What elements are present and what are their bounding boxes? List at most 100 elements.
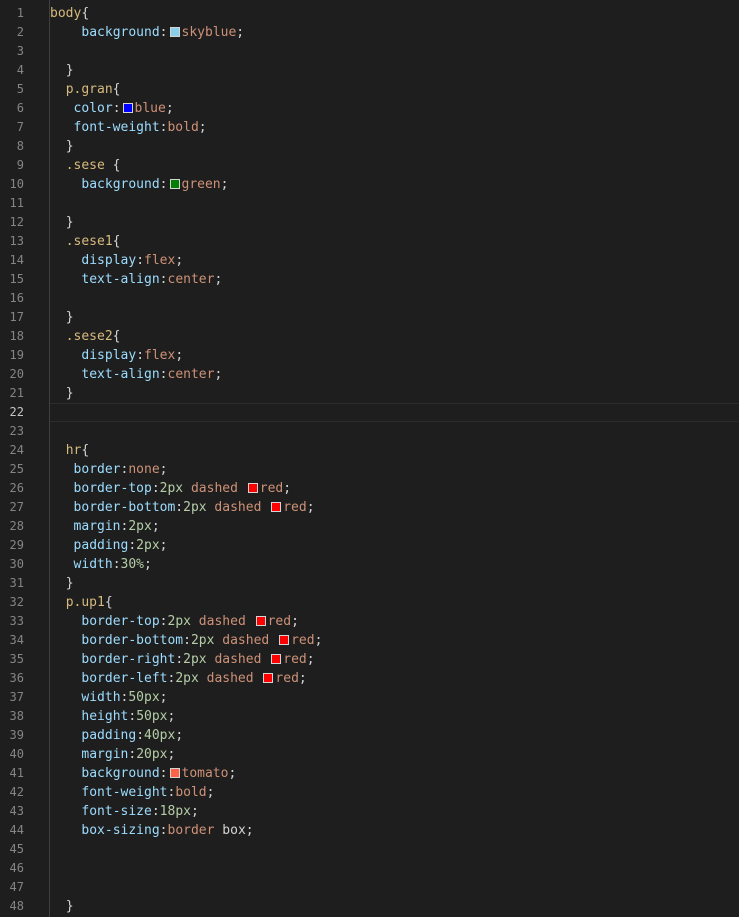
line-number: 17: [9, 310, 24, 324]
code-line[interactable]: .sese1{: [50, 232, 739, 251]
code-token-punc: :: [128, 709, 137, 724]
code-token-prop: padding: [73, 538, 129, 553]
line-number: 46: [9, 861, 24, 875]
code-line[interactable]: border-right:2px dashed red;: [50, 650, 739, 669]
code-token-punc: ;: [190, 804, 199, 819]
code-line[interactable]: .sese2{: [50, 327, 739, 346]
line-number: 10: [9, 177, 24, 191]
code-line[interactable]: [50, 42, 739, 61]
code-editor[interactable]: 1 2 3 4 5 6 7 8 9 10 11 12 13 14 15 16 17 18 19 20 21 22 23 24 2…: [0, 0, 739, 917]
color-swatch-icon[interactable]: [263, 672, 274, 683]
code-line[interactable]: width:50px;: [50, 688, 739, 707]
code-token-punc: :: [136, 348, 145, 363]
color-swatch-icon[interactable]: [247, 482, 258, 493]
code-line[interactable]: }: [50, 137, 739, 156]
code-line[interactable]: p.up1{: [50, 593, 739, 612]
code-line[interactable]: background: tomato;: [50, 764, 739, 783]
code-token-num: 50px: [136, 709, 168, 724]
code-line[interactable]: width:30%;: [50, 555, 739, 574]
current-code-line[interactable]: [50, 403, 739, 422]
code-line[interactable]: border-top:2px dashed red;: [50, 479, 739, 498]
code-token-punc: :: [136, 253, 145, 268]
code-token-val: dashed: [198, 671, 262, 686]
line-number: 42: [9, 785, 24, 799]
line-number: 41: [9, 766, 24, 780]
code-line[interactable]: border-bottom:2px dashed red;: [50, 631, 739, 650]
code-line[interactable]: }: [50, 308, 739, 327]
code-token-punc: ;: [151, 519, 160, 534]
code-line[interactable]: font-size:18px;: [50, 802, 739, 821]
code-line[interactable]: display:flex;: [50, 251, 739, 270]
code-token-prop: display: [81, 348, 137, 363]
code-token-punc: ;: [228, 766, 237, 781]
color-swatch-icon[interactable]: [255, 615, 266, 626]
code-token-punc: {: [104, 158, 121, 173]
code-token-prop: border-top: [73, 481, 152, 496]
code-line[interactable]: text-align:center;: [50, 365, 739, 384]
line-number: 23: [9, 424, 24, 438]
code-line[interactable]: border:none;: [50, 460, 739, 479]
code-area[interactable]: body{background: skyblue;} p.gran{color: bl…: [50, 0, 739, 917]
line-number: 16: [9, 291, 24, 305]
code-token-prop: box-sizing: [81, 823, 160, 838]
code-token-punc: ;: [159, 690, 168, 705]
code-token-val: border: [167, 823, 215, 838]
code-line[interactable]: font-weight:bold;: [50, 783, 739, 802]
code-token-prop: text-align: [81, 367, 160, 382]
code-token-punc: {: [104, 595, 113, 610]
code-line[interactable]: border-top:2px dashed red;: [50, 612, 739, 631]
color-swatch-icon[interactable]: [169, 767, 180, 778]
color-swatch-icon[interactable]: [169, 178, 180, 189]
code-token-prop: border-right: [81, 652, 176, 667]
code-line[interactable]: }: [50, 61, 739, 80]
code-line[interactable]: [50, 840, 739, 859]
code-line[interactable]: display:flex;: [50, 346, 739, 365]
code-token-prop: background: [81, 25, 160, 40]
code-line[interactable]: }: [50, 384, 739, 403]
code-token-punc: :: [175, 500, 184, 515]
code-token-punc: ;: [198, 120, 207, 135]
code-line[interactable]: padding:40px;: [50, 726, 739, 745]
color-swatch-icon[interactable]: [279, 634, 290, 645]
color-swatch-icon[interactable]: [271, 501, 282, 512]
code-line[interactable]: p.gran{: [50, 80, 739, 99]
code-line[interactable]: background: green;: [50, 175, 739, 194]
code-line[interactable]: }: [50, 897, 739, 916]
code-line[interactable]: font-weight:bold;: [50, 118, 739, 137]
code-line[interactable]: [50, 289, 739, 308]
code-line[interactable]: }: [50, 574, 739, 593]
line-number: 21: [9, 386, 24, 400]
code-token-val: blue: [134, 101, 166, 116]
code-line[interactable]: text-align:center;: [50, 270, 739, 289]
code-line[interactable]: margin:2px;: [50, 517, 739, 536]
code-line[interactable]: background: skyblue;: [50, 23, 739, 42]
code-line[interactable]: [50, 859, 739, 878]
code-token-punc: }: [65, 899, 74, 914]
code-token-punc: ;: [306, 652, 315, 667]
code-line[interactable]: color: blue;: [50, 99, 739, 118]
code-line[interactable]: padding:2px;: [50, 536, 739, 555]
color-swatch-icon[interactable]: [271, 653, 282, 664]
code-line[interactable]: }: [50, 213, 739, 232]
code-token-punc: ;: [159, 538, 168, 553]
color-swatch-icon[interactable]: [122, 102, 133, 113]
code-token-val: green: [181, 177, 221, 192]
code-line[interactable]: border-left:2px dashed red;: [50, 669, 739, 688]
code-line[interactable]: [50, 878, 739, 897]
line-number: 43: [9, 804, 24, 818]
code-token-punc: :: [159, 766, 168, 781]
code-line[interactable]: margin:20px;: [50, 745, 739, 764]
color-swatch-icon[interactable]: [169, 26, 180, 37]
code-line[interactable]: .sese {: [50, 156, 739, 175]
code-line[interactable]: [50, 194, 739, 213]
code-token-prop: margin: [73, 519, 121, 534]
code-line[interactable]: [50, 422, 739, 441]
code-token-prop: background: [81, 766, 160, 781]
line-number: 30: [9, 557, 24, 571]
code-line[interactable]: height:50px;: [50, 707, 739, 726]
code-line[interactable]: box-sizing:border box;: [50, 821, 739, 840]
code-line[interactable]: hr{: [50, 441, 739, 460]
code-line[interactable]: body{: [50, 4, 739, 23]
code-token-prop: border-top: [81, 614, 160, 629]
code-line[interactable]: border-bottom:2px dashed red;: [50, 498, 739, 517]
